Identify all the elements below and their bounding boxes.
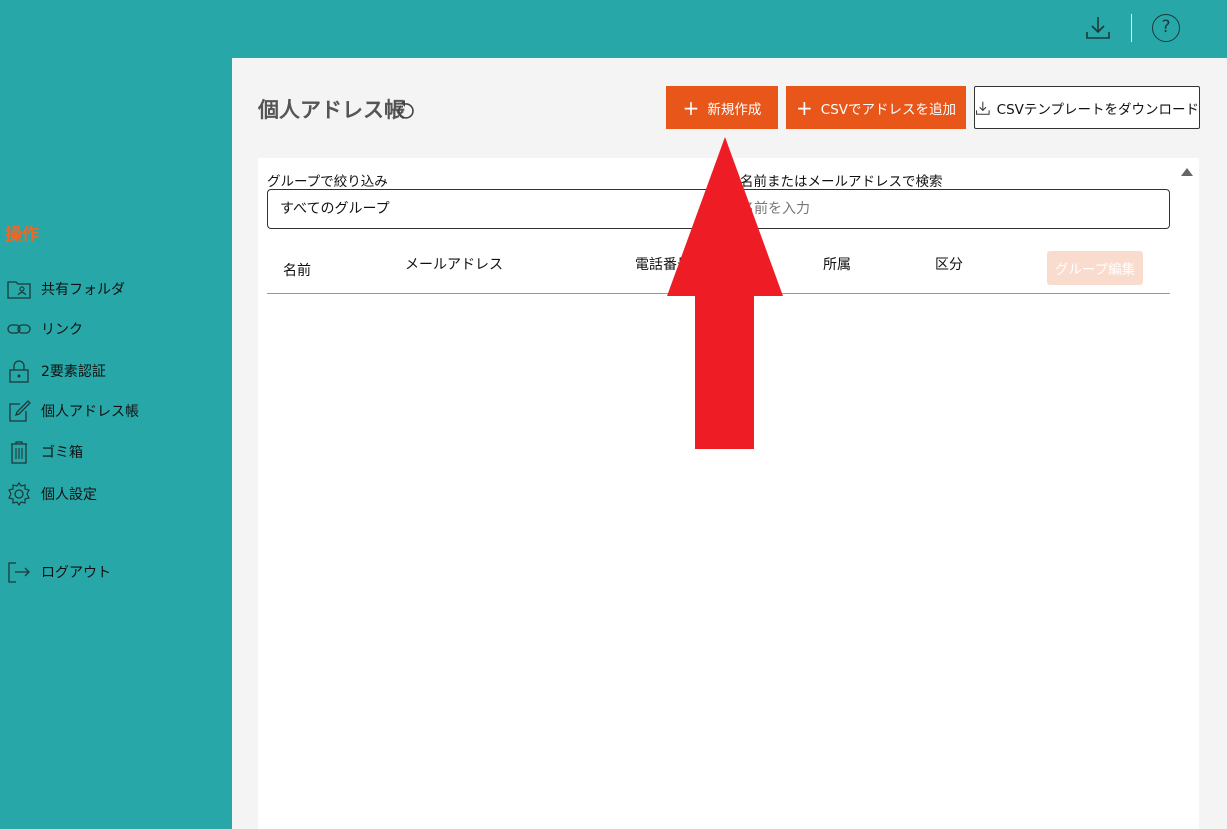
csv-add-label: CSVでアドレスを追加 (820, 101, 956, 118)
table-header-divider (267, 293, 1170, 294)
csv-add-button[interactable]: + CSVでアドレスを追加 (786, 86, 966, 129)
trash-icon (11, 441, 27, 464)
sidebar-item-trash[interactable]: ゴミ箱 (6, 439, 83, 465)
sidebar-item-label: 共有フォルダ (41, 282, 125, 298)
new-contact-label: 新規作成 (707, 101, 762, 118)
toolbar-divider (1131, 14, 1132, 42)
shared-folder-icon (7, 281, 31, 299)
lock-icon (9, 360, 29, 383)
plus-icon: + (682, 95, 700, 120)
address-list-card: グループで絞り込み 名前またはメールアドレスで検索 すべてのグループ 名前 メー… (258, 158, 1199, 829)
group-filter-label: グループで絞り込み (267, 174, 388, 190)
sidebar-item-label: リンク (41, 322, 83, 338)
sidebar-item-address-book[interactable]: 個人アドレス帳 (6, 398, 139, 424)
column-header-affiliation: 所属 (823, 257, 851, 273)
sidebar-item-label: 個人アドレス帳 (41, 404, 139, 420)
sidebar: 操作 共有フォルダ リンク 2要素認証 個人アドレス帳 ゴミ箱 個人設定 ログア… (0, 58, 232, 829)
plus-icon: + (796, 95, 813, 120)
sidebar-item-link[interactable]: リンク (6, 316, 83, 342)
column-header-name: 名前 (283, 263, 311, 279)
page-title: 個人アドレス帳 (258, 98, 405, 122)
sidebar-item-shared-folder[interactable]: 共有フォルダ (6, 276, 125, 302)
sidebar-item-label: ゴミ箱 (41, 445, 83, 461)
download-icon (976, 101, 990, 115)
main-content: 個人アドレス帳 + 新規作成 + CSVでアドレスを追加 CSVテンプレートをダ… (232, 58, 1227, 829)
search-label: 名前またはメールアドレスで検索 (740, 174, 943, 190)
help-icon[interactable]: ? (1152, 14, 1180, 42)
sidebar-item-two-factor[interactable]: 2要素認証 (6, 358, 106, 384)
column-header-category: 区分 (935, 257, 963, 273)
scroll-up-arrow[interactable] (1181, 168, 1193, 176)
edit-icon (9, 400, 31, 422)
download-icon[interactable] (1084, 14, 1112, 42)
sidebar-section-title: 操作 (5, 225, 39, 245)
new-contact-button[interactable]: + 新規作成 (666, 86, 778, 129)
group-edit-button[interactable]: グループ編集 (1047, 251, 1143, 285)
sidebar-item-logout[interactable]: ログアウト (6, 559, 111, 585)
top-bar: ? (0, 0, 1227, 58)
column-header-email: メールアドレス (405, 257, 503, 273)
logout-icon (8, 562, 30, 583)
sidebar-item-settings[interactable]: 個人設定 (6, 481, 97, 507)
refresh-icon[interactable] (395, 98, 415, 120)
sidebar-item-label: ログアウト (41, 565, 111, 581)
gear-icon (8, 481, 30, 507)
sidebar-item-label: 2要素認証 (41, 364, 106, 380)
column-header-phone: 電話番号 (635, 257, 691, 273)
group-filter-select[interactable]: すべてのグループ (267, 189, 717, 229)
sidebar-item-label: 個人設定 (41, 487, 97, 503)
csv-template-label: CSVテンプレートをダウンロード (996, 101, 1199, 118)
csv-template-download-button[interactable]: CSVテンプレートをダウンロード (974, 86, 1200, 129)
link-icon (7, 324, 31, 334)
search-input[interactable] (717, 189, 1170, 229)
